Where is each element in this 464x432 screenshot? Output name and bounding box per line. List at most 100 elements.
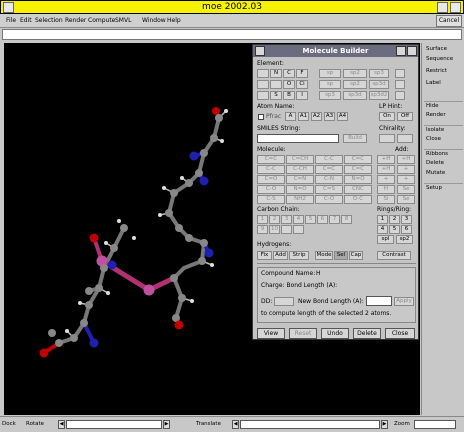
molecule-button[interactable]: C-S [257,195,285,204]
dialog-close-button[interactable] [407,46,417,56]
hybrid-sp-button[interactable]: sp [319,69,341,78]
molecule-button[interactable]: C=C [344,165,372,174]
new-bond-length-input[interactable] [366,296,392,306]
hybrid-sp-row2-button[interactable]: sp [319,80,341,89]
dialog-minimize-button[interactable] [396,46,406,56]
element-row3-a-button[interactable] [257,91,269,100]
panel-button-mutate[interactable]: Mutate [424,169,463,178]
molecule-button[interactable]: C=C [315,165,343,174]
hydrogens-mode-button[interactable]: Mode [315,251,333,260]
carbon-chain-button[interactable] [293,225,304,234]
hybrid-sp3d-col3-button[interactable]: sp3d [369,80,389,89]
menu-smvl[interactable]: SMVL [115,17,131,24]
add-button[interactable]: + [397,165,415,174]
carbon-chain-button[interactable]: 3 [281,215,292,224]
menu-compute[interactable]: Compute [88,17,115,24]
hybrid-sp2-row2-button[interactable]: sp2 [343,80,367,89]
molecule-button[interactable]: C-C [315,155,343,164]
molecule-button[interactable]: C=C [344,155,372,164]
distance-lock-button[interactable] [274,297,294,306]
ring-button[interactable]: 2 [389,215,400,224]
view-button[interactable]: View [257,328,285,339]
carbon-chain-button[interactable]: 1 [257,215,268,224]
menu-render[interactable]: Render [65,17,86,24]
hybrid-sp3d2-button[interactable]: sp3d2 [369,91,389,100]
hydrogens-add-button[interactable]: Add [273,251,288,260]
delete-button[interactable]: Delete [353,328,381,339]
reset-button[interactable]: Reset [289,328,317,339]
carbon-chain-button[interactable]: 5 [305,215,316,224]
ring-button[interactable]: 1 [377,215,388,224]
molecule-button[interactable]: N=O [344,175,372,184]
hybrid-sp3-col3-button[interactable]: sp3 [369,69,389,78]
panel-button-ribbons[interactable]: Ribbons [424,149,463,158]
element-b-button[interactable]: B [283,91,295,100]
carbon-chain-button[interactable]: 9 [257,225,268,234]
menu-window[interactable]: Window [142,17,166,24]
element-i-button[interactable]: I [296,91,308,100]
menu-help[interactable]: Help [167,17,181,24]
molecule-button[interactable]: C=N [286,175,314,184]
translate-slider[interactable] [240,420,380,429]
ring-button[interactable]: sp2 [396,235,413,244]
carbon-chain-button[interactable]: 10 [269,225,280,234]
panel-button-render[interactable]: Render [424,111,463,120]
molecule-button[interactable]: N=O [286,185,314,194]
molecule-button[interactable]: C=CH [286,155,314,164]
panel-button-delete[interactable]: Delete [424,159,463,168]
ring-button[interactable]: 4 [377,225,388,234]
lp-on-button[interactable]: On [379,112,395,121]
ring-button[interactable]: 6 [401,225,412,234]
carbon-chain-button[interactable]: 8 [341,215,352,224]
element-c-button[interactable]: C [283,69,295,78]
hybrid-sp2-button[interactable]: sp2 [343,69,367,78]
add-button[interactable]: +H [377,155,395,164]
cancel-button[interactable]: Cancel [436,15,462,27]
translate-right-button[interactable]: ▶ [381,420,388,429]
molecule-button[interactable]: C-CH [286,165,314,174]
command-input[interactable] [2,29,462,40]
ring-button[interactable]: 5 [389,225,400,234]
minimize-button[interactable] [437,2,448,13]
add-button[interactable]: Se [397,195,415,204]
carbon-chain-button[interactable]: 6 [317,215,328,224]
hydrogens-fix-button[interactable]: Fix [257,251,272,260]
atom-name-a2-button[interactable]: A2 [311,112,322,121]
carbon-chain-button[interactable]: 7 [329,215,340,224]
element-f-button[interactable]: F [296,69,308,78]
add-button[interactable]: Si [377,195,395,204]
lp-off-button[interactable]: Off [397,112,413,121]
element-row2-b-button[interactable] [270,80,282,89]
geom-button-3[interactable] [395,91,405,100]
atom-name-a3-button[interactable]: A3 [324,112,335,121]
molecule-button[interactable]: C-O [257,185,285,194]
panel-button-isolate[interactable]: Isolate [424,125,463,134]
maximize-button[interactable] [450,2,461,13]
smiles-input[interactable] [257,134,339,143]
panel-button-sequence[interactable]: Sequence [424,55,463,64]
hydrogens-sel-button[interactable]: Sel [334,251,348,260]
hydrogens-strip-button[interactable]: Strip [289,251,309,260]
contrast-button[interactable]: Contrast [377,251,411,260]
atom-name-a4-button[interactable]: A4 [337,112,348,121]
element-row2-a-button[interactable] [257,80,269,89]
chirality-r-button[interactable] [379,134,395,143]
molecule-button[interactable]: C-N [315,175,343,184]
apply-button[interactable]: Apply [394,297,414,306]
carbon-chain-button[interactable]: 2 [269,215,280,224]
panel-button-hide[interactable]: Hide [424,101,463,110]
menu-selection[interactable]: Selection [35,17,63,24]
molecule-button[interactable]: NH2 [286,195,314,204]
panel-button-setup[interactable]: Setup [424,183,463,192]
molecule-button[interactable]: CNC [344,185,372,194]
hydrogens-cap-button[interactable]: Cap [349,251,363,260]
add-button[interactable]: H [377,185,395,194]
geom-button-2[interactable] [395,80,405,89]
menu-edit[interactable]: Edit [20,17,32,24]
rotate-slider[interactable] [66,420,162,429]
panel-button-restrict[interactable]: Restrict [424,67,463,76]
add-button[interactable]: + [377,175,395,184]
smiles-build-button[interactable]: Build [343,134,367,143]
pfrac-checkbox[interactable] [258,114,264,120]
add-button[interactable]: + [397,175,415,184]
